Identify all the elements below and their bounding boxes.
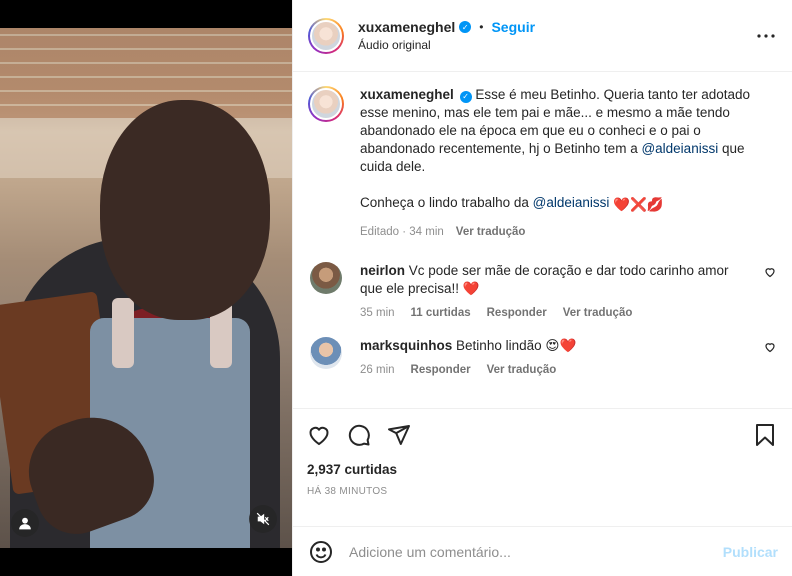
heart-icon[interactable] [764,341,776,353]
post-side-panel: xuxameneghel ✓ • Seguir Áudio original x… [292,0,792,576]
translate-link[interactable]: Ver tradução [563,307,633,319]
commenter-username[interactable]: neirlon [360,263,405,278]
more-options-icon[interactable] [754,33,778,38]
edited-label: Editado [360,226,400,238]
audio-link[interactable]: Áudio original [358,38,754,52]
publish-button[interactable]: Publicar [723,544,778,560]
author-avatar[interactable] [308,17,344,54]
translate-link[interactable]: Ver tradução [456,223,526,241]
commenter-avatar[interactable] [310,262,342,294]
user-icon [19,517,31,530]
post-header: xuxameneghel ✓ • Seguir Áudio original [293,0,792,72]
tagged-users-button[interactable] [11,509,39,537]
comment-icon[interactable] [347,423,371,447]
video-player[interactable] [0,28,292,548]
comment-text: Betinho lindão [456,338,542,353]
heart-icon[interactable] [307,423,331,447]
follow-button[interactable]: Seguir [491,19,535,35]
commenter-username[interactable]: marksquinhos [360,338,452,353]
comment-time: 26 min [360,364,395,376]
heart-icon[interactable] [764,266,776,278]
comment-time: 35 min [360,307,395,319]
author-username[interactable]: xuxameneghel [358,19,455,35]
reply-button[interactable]: Responder [411,364,471,376]
comment-input[interactable] [349,543,723,560]
comment-text: Vc pode ser mãe de coração e dar todo ca… [360,263,729,296]
caption-avatar[interactable] [308,86,344,122]
add-comment-bar: Publicar [293,526,792,576]
caption-text-p2: Conheça o lindo trabalho da [360,195,533,210]
post-dialog: xuxameneghel ✓ • Seguir Áudio original x… [0,0,792,576]
comment-emoji: ❤️ [462,281,480,296]
emoji-icon[interactable] [309,540,333,564]
bookmark-icon[interactable] [754,423,776,447]
comment-item: marksquinhos Betinho lindão 😍❤️ 26 min R… [308,337,776,376]
commenter-avatar[interactable] [310,337,342,369]
muted-speaker-icon [256,512,270,526]
comments-section: xuxameneghel ✓ Esse é meu Betinho. Queri… [293,72,792,408]
verified-badge-icon: ✓ [459,91,472,103]
comment-likes[interactable]: 11 curtidas [411,307,471,319]
caption-emojis: ❤️❌💋 [613,197,664,212]
post-caption: xuxameneghel ✓ Esse é meu Betinho. Queri… [308,86,776,241]
share-icon[interactable] [387,423,411,447]
mention-link[interactable]: @aldeianissi [641,141,718,156]
separator-dot: • [479,20,484,34]
caption-time: 34 min [409,226,444,238]
comment-emoji: 😍❤️ [545,338,577,353]
translate-link[interactable]: Ver tradução [487,364,557,376]
caption-username[interactable]: xuxameneghel [360,87,454,102]
mention-link[interactable]: @aldeianissi [533,195,610,210]
post-actions: 2,937 curtidas HÁ 38 MINUTOS [293,408,792,526]
media-pane [0,0,292,576]
mute-button[interactable] [249,505,277,533]
reply-button[interactable]: Responder [487,307,547,319]
post-timestamp[interactable]: HÁ 38 MINUTOS [307,486,776,497]
likes-count[interactable]: 2,937 curtidas [307,462,776,477]
verified-badge-icon: ✓ [459,21,472,33]
comment-item: neirlon Vc pode ser mãe de coração e dar… [308,262,776,319]
caption-meta: Editado · 34 min Ver tradução [360,223,776,241]
